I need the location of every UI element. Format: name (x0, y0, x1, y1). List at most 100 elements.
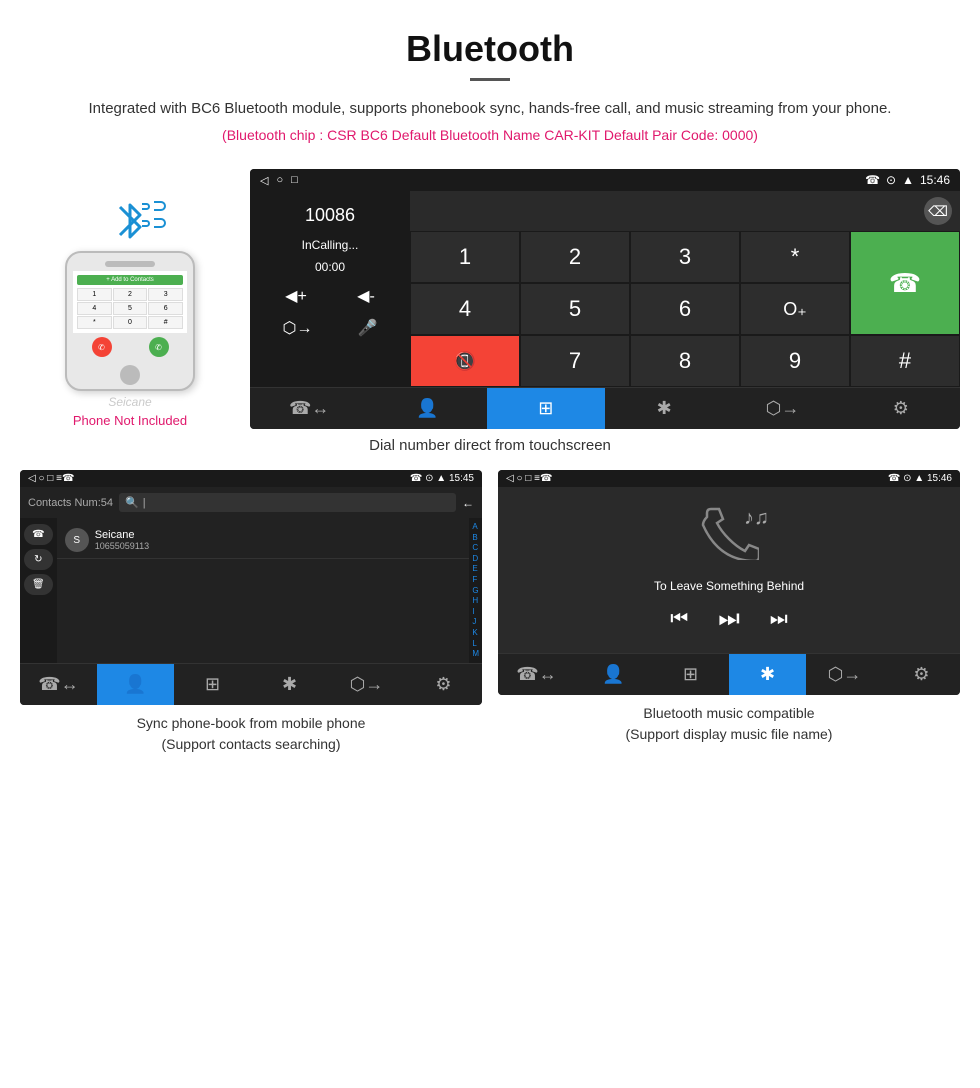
keypad-grid: 1 2 3 * ☎ 4 5 6 O₊ 📵 7 8 9 # (410, 231, 960, 387)
key-hash[interactable]: # (850, 335, 960, 387)
phone-speaker (105, 261, 155, 267)
music-tab-bluetooth[interactable]: ✱ (729, 654, 806, 695)
phone-key-6: 6 (148, 302, 183, 315)
key-5[interactable]: 5 (520, 283, 630, 335)
delete-contact-btn[interactable]: 🗑 (24, 574, 53, 595)
prev-track-btn[interactable]: ⏮ (670, 608, 688, 631)
contacts-screenshot: ◁ ○ □ ≡☎ ☎ ⊙ ▲ 15:45 Contacts Num:54 🔍 |… (20, 470, 482, 705)
alpha-c[interactable]: C (472, 543, 479, 553)
play-pause-btn[interactable]: ⏭ (718, 605, 740, 633)
contacts-tab-settings[interactable]: ⚙ (405, 664, 482, 705)
phone-key-5: 5 (113, 302, 148, 315)
contacts-status-left: ◁ ○ □ ≡☎ (28, 473, 74, 484)
contact-item[interactable]: S Seicane 10655059113 (57, 522, 470, 559)
car-bottom-bar: ☎↔ 👤 ⊞ ✱ ⬡→ ⚙ (250, 387, 960, 429)
volume-down-icon[interactable]: ◀- (357, 286, 375, 306)
dialer-status: InCalling... (260, 238, 400, 252)
alpha-index: A B C D E F G H I J K L M (469, 518, 482, 663)
key-4[interactable]: 4 (410, 283, 520, 335)
call-contact-btn[interactable]: ☎ (24, 524, 53, 545)
music-tab-transfer[interactable]: ⬡→ (806, 654, 883, 695)
dialer-left-panel: 10086 InCalling... 00:00 ◀+ ◀- ⬡→ 🎤 (250, 191, 410, 387)
alpha-e[interactable]: E (472, 564, 479, 574)
alpha-h[interactable]: H (472, 596, 479, 606)
contacts-tab-bluetooth[interactable]: ✱ (251, 664, 328, 705)
backspace-button[interactable]: ⌫ (924, 197, 952, 225)
alpha-d[interactable]: D (472, 554, 479, 564)
key-7[interactable]: 7 (520, 335, 630, 387)
phone-key-2: 2 (113, 288, 148, 301)
contacts-status-bar: ◁ ○ □ ≡☎ ☎ ⊙ ▲ 15:45 (20, 470, 482, 487)
transfer-icon[interactable]: ⬡→ (283, 318, 313, 338)
tab-dialpad[interactable]: ⊞ (487, 388, 605, 429)
music-tab-phone[interactable]: ☎↔ (498, 654, 575, 695)
contact-phone: 10655059113 (95, 541, 149, 551)
status-right-icons: ☎ ⊙ ▲ 15:46 (865, 173, 950, 187)
next-track-btn[interactable]: ⏭ (770, 608, 788, 631)
call-button[interactable]: ☎ (850, 231, 960, 335)
phone-key-star: * (77, 316, 112, 329)
key-2[interactable]: 2 (520, 231, 630, 283)
phone-image-container: + Add to Contacts 1 2 3 4 5 6 * 0 # ✆ ✆ (20, 169, 240, 428)
contacts-tab-transfer[interactable]: ⬡→ (328, 664, 405, 705)
phone-bottom-row: ✆ ✆ (67, 333, 193, 361)
tab-contacts[interactable]: 👤 (368, 388, 486, 429)
contacts-search-box[interactable]: 🔍 | (119, 493, 456, 512)
key-9[interactable]: 9 (740, 335, 850, 387)
phone-key-4: 4 (77, 302, 112, 315)
alpha-b[interactable]: B (472, 533, 479, 543)
contacts-sidebar: ☎ ↻ 🗑 (20, 518, 57, 663)
back-arrow-icon[interactable]: ← (462, 496, 474, 510)
car-dialer-screen: ◁ ○ □ ☎ ⊙ ▲ 15:46 10086 InCalling... 00:… (250, 169, 960, 429)
alpha-m[interactable]: M (472, 649, 479, 659)
car-status-bar: ◁ ○ □ ☎ ⊙ ▲ 15:46 (250, 169, 960, 191)
number-input-row: ⌫ (410, 191, 960, 231)
end-call-button[interactable]: 📵 (410, 335, 520, 387)
music-bottom-bar: ☎↔ 👤 ⊞ ✱ ⬡→ ⚙ (498, 653, 960, 695)
key-star[interactable]: * (740, 231, 850, 283)
page-description: Integrated with BC6 Bluetooth module, su… (20, 97, 960, 121)
tab-phone[interactable]: ☎↔ (250, 388, 368, 429)
contacts-tab-phone[interactable]: ☎↔ (20, 664, 97, 705)
status-left-icons: ◁ ○ □ (260, 174, 298, 187)
recents-icon: □ (291, 174, 298, 186)
status-time: 15:46 (920, 173, 950, 187)
phone-screen: + Add to Contacts 1 2 3 4 5 6 * 0 # (73, 271, 187, 333)
contacts-tab-contacts[interactable]: 👤 (97, 664, 174, 705)
alpha-g[interactable]: G (472, 586, 479, 596)
bottom-row: ◁ ○ □ ≡☎ ☎ ⊙ ▲ 15:45 Contacts Num:54 🔍 |… (0, 470, 980, 755)
mic-icon[interactable]: 🎤 (358, 318, 378, 338)
phone-dialer-keys: 1 2 3 4 5 6 * 0 # (77, 288, 183, 329)
sync-contacts-btn[interactable]: ↻ (24, 549, 53, 570)
music-tab-settings[interactable]: ⚙ (883, 654, 960, 695)
music-caption: Bluetooth music compatible (Support disp… (498, 703, 960, 745)
seicane-watermark: Seicane (108, 395, 151, 409)
alpha-a[interactable]: A (472, 522, 479, 532)
tab-settings[interactable]: ⚙ (842, 388, 960, 429)
signal-icon: ▲ (902, 173, 914, 187)
contacts-main: S Seicane 10655059113 (57, 518, 470, 663)
key-3[interactable]: 3 (630, 231, 740, 283)
music-tab-dialpad[interactable]: ⊞ (652, 654, 729, 695)
alpha-l[interactable]: L (472, 639, 479, 649)
alpha-j[interactable]: J (472, 617, 479, 627)
dialer-keypad-area: ⌫ 1 2 3 * ☎ 4 5 6 O₊ 📵 7 8 9 # (410, 191, 960, 387)
alpha-i[interactable]: I (472, 607, 479, 617)
volume-up-icon[interactable]: ◀+ (285, 286, 307, 306)
alpha-k[interactable]: K (472, 628, 479, 638)
search-icon: 🔍 (125, 496, 139, 509)
alpha-f[interactable]: F (472, 575, 479, 585)
music-note-icon: ♪♫ (744, 507, 769, 530)
tab-transfer[interactable]: ⬡→ (723, 388, 841, 429)
page-header: Bluetooth Integrated with BC6 Bluetooth … (0, 0, 980, 169)
tab-bluetooth[interactable]: ✱ (605, 388, 723, 429)
key-0plus[interactable]: O₊ (740, 283, 850, 335)
key-8[interactable]: 8 (630, 335, 740, 387)
bluetooth-icon-area (112, 199, 148, 243)
contacts-tab-dialpad[interactable]: ⊞ (174, 664, 251, 705)
dialer-volume-controls: ◀+ ◀- (260, 286, 400, 306)
key-6[interactable]: 6 (630, 283, 740, 335)
music-tab-contacts[interactable]: 👤 (575, 654, 652, 695)
key-1[interactable]: 1 (410, 231, 520, 283)
location-icon: ⊙ (886, 173, 896, 187)
